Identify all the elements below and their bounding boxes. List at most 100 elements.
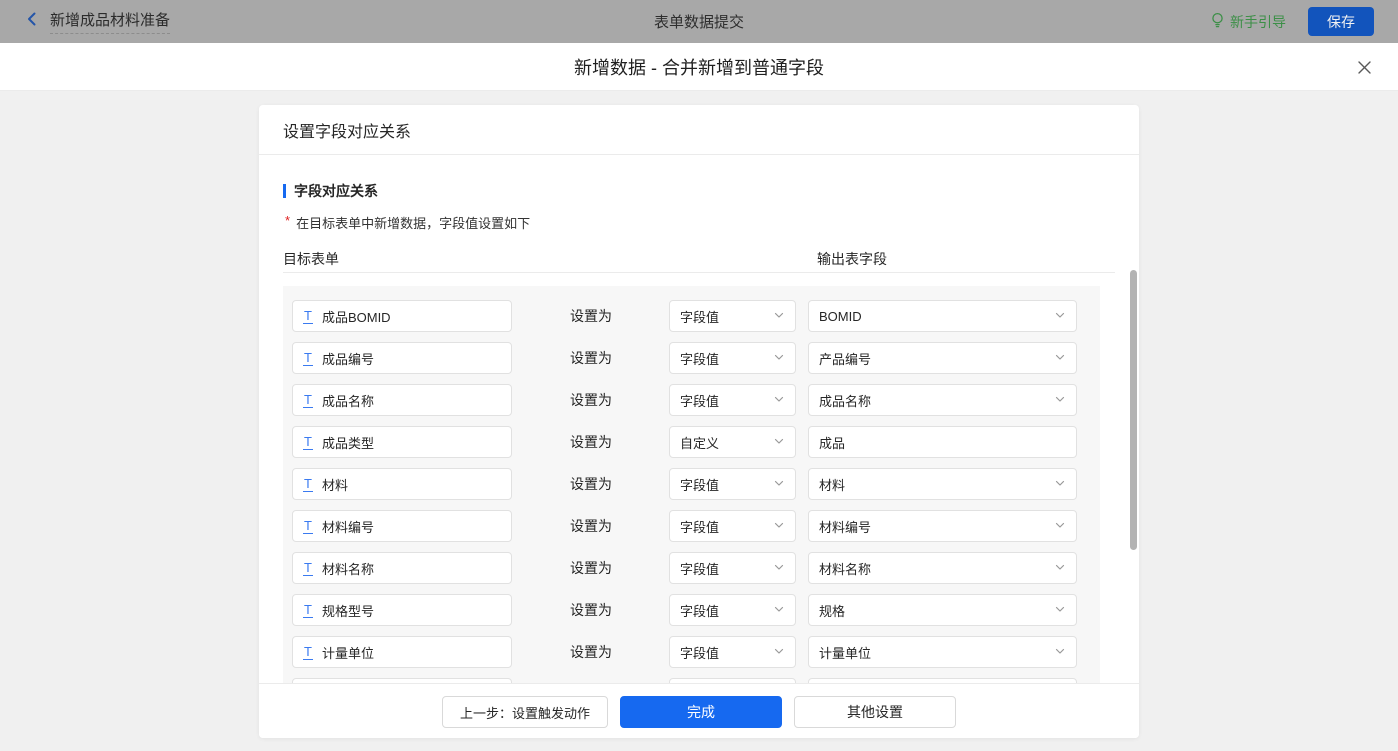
output-field-select[interactable]: 材料编号 <box>808 510 1077 542</box>
chevron-down-icon <box>1054 645 1066 660</box>
value-mode-label: 自定义 <box>680 433 719 452</box>
output-field-select[interactable]: BOMID <box>808 300 1077 332</box>
field-mapping-row: T 成品编号 设置为 字段值 产品编号 <box>283 342 1100 374</box>
field-mapping-row: T 规格型号 设置为 字段值 规格 <box>283 594 1100 626</box>
target-field-label: 材料编号 <box>322 517 374 536</box>
lightbulb-icon <box>1210 12 1225 32</box>
target-field-label: 计量单位 <box>322 643 374 662</box>
target-field-input[interactable]: T 计量单位 <box>292 636 512 668</box>
output-field-select[interactable]: 产品编号 <box>808 342 1077 374</box>
chevron-down-icon <box>773 645 785 660</box>
target-field-input[interactable]: T 材料 <box>292 468 512 500</box>
output-field-select[interactable]: 规格 <box>808 594 1077 626</box>
output-field-select[interactable]: 计量单位 <box>808 636 1077 668</box>
target-field-label: 成品类型 <box>322 433 374 452</box>
value-mode-label: 字段值 <box>680 643 719 662</box>
target-field-input[interactable]: T 材料名称 <box>292 552 512 584</box>
output-field-label: BOMID <box>819 309 862 324</box>
beginner-guide-link[interactable]: 新手引导 <box>1210 12 1286 32</box>
value-mode-label: 字段值 <box>680 601 719 620</box>
back-button[interactable] <box>24 11 40 32</box>
chevron-down-icon <box>1054 519 1066 534</box>
value-mode-label: 字段值 <box>680 307 719 326</box>
target-field-label: 规格型号 <box>322 601 374 620</box>
section-title: 字段对应关系 <box>294 181 378 201</box>
chevron-down-icon <box>773 351 785 366</box>
output-field-select[interactable]: 材料名称 <box>808 552 1077 584</box>
text-field-icon: T <box>303 561 313 576</box>
card-title: 设置字段对应关系 <box>259 105 1139 155</box>
done-button[interactable]: 完成 <box>620 696 782 728</box>
target-field-label: 材料名称 <box>322 559 374 578</box>
set-as-label: 设置为 <box>570 636 612 668</box>
target-field-input[interactable]: T 材料编号 <box>292 510 512 542</box>
output-field-select[interactable]: 成品 <box>808 426 1077 458</box>
section-accent-bar <box>283 184 286 198</box>
target-field-label: 材料 <box>322 475 348 494</box>
chevron-down-icon <box>773 561 785 576</box>
value-mode-select[interactable]: 字段值 <box>669 510 796 542</box>
modal-header: 新增数据 - 合并新增到普通字段 <box>0 43 1398 91</box>
modal-body: 设置字段对应关系 字段对应关系 * 在目标表单中新增数据，字段值设置如下 目标表… <box>0 91 1398 751</box>
set-as-label: 设置为 <box>570 342 612 374</box>
beginner-guide-label: 新手引导 <box>1230 12 1286 32</box>
previous-step-button[interactable]: 上一步：设置触发动作 <box>442 696 608 728</box>
other-settings-button[interactable]: 其他设置 <box>794 696 956 728</box>
settings-card: 设置字段对应关系 字段对应关系 * 在目标表单中新增数据，字段值设置如下 目标表… <box>259 105 1139 738</box>
chevron-down-icon <box>773 603 785 618</box>
value-mode-select[interactable]: 字段值 <box>669 552 796 584</box>
output-field-label: 材料 <box>819 475 845 494</box>
save-button[interactable]: 保存 <box>1308 7 1374 36</box>
output-field-label: 材料编号 <box>819 517 871 536</box>
output-field-label: 成品名称 <box>819 391 871 410</box>
field-mapping-row: T 材料编号 设置为 字段值 材料编号 <box>283 510 1100 542</box>
field-mapping-row: T 材料 设置为 字段值 材料 <box>283 468 1100 500</box>
column-header-target-form: 目标表单 <box>283 249 339 269</box>
output-field-select[interactable]: 材料 <box>808 468 1077 500</box>
text-field-icon: T <box>303 645 313 660</box>
value-mode-label: 字段值 <box>680 475 719 494</box>
text-field-icon: T <box>303 477 313 492</box>
text-field-icon: T <box>303 603 313 618</box>
chevron-down-icon <box>773 393 785 408</box>
target-field-label: 成品名称 <box>322 391 374 410</box>
value-mode-select[interactable]: 字段值 <box>669 468 796 500</box>
value-mode-label: 字段值 <box>680 517 719 536</box>
output-field-label: 产品编号 <box>819 349 871 368</box>
target-field-input[interactable]: T 成品BOMID <box>292 300 512 332</box>
output-field-select[interactable]: 成品名称 <box>808 384 1077 416</box>
value-mode-select[interactable]: 字段值 <box>669 300 796 332</box>
modal-title: 新增数据 - 合并新增到普通字段 <box>574 54 824 80</box>
target-field-label: 成品编号 <box>322 349 374 368</box>
field-mapping-row: T 计量单位 设置为 字段值 计量单位 <box>283 636 1100 668</box>
set-as-label: 设置为 <box>570 426 612 458</box>
column-header-output-fields: 输出表字段 <box>817 249 887 269</box>
chevron-down-icon <box>1054 477 1066 492</box>
set-as-label: 设置为 <box>570 384 612 416</box>
chevron-down-icon <box>1054 393 1066 408</box>
output-field-label: 计量单位 <box>819 643 871 662</box>
chevron-down-icon <box>773 519 785 534</box>
chevron-down-icon <box>773 309 785 324</box>
chevron-down-icon <box>1054 351 1066 366</box>
field-mapping-row: T 成品类型 设置为 自定义 成品 <box>283 426 1100 458</box>
value-mode-select[interactable]: 字段值 <box>669 342 796 374</box>
value-mode-select[interactable]: 字段值 <box>669 636 796 668</box>
value-mode-select[interactable]: 字段值 <box>669 594 796 626</box>
set-as-label: 设置为 <box>570 300 612 332</box>
text-field-icon: T <box>303 393 313 408</box>
workflow-name[interactable]: 新增成品材料准备 <box>50 9 170 34</box>
target-field-input[interactable]: T 成品名称 <box>292 384 512 416</box>
output-field-label: 规格 <box>819 601 845 620</box>
field-mapping-row: T 材料名称 设置为 字段值 材料名称 <box>283 552 1100 584</box>
value-mode-select[interactable]: 自定义 <box>669 426 796 458</box>
close-icon[interactable] <box>1354 57 1374 77</box>
target-field-input[interactable]: T 成品编号 <box>292 342 512 374</box>
target-field-input[interactable]: T 成品类型 <box>292 426 512 458</box>
scrollbar-thumb[interactable] <box>1130 270 1137 550</box>
output-field-label: 成品 <box>819 433 845 452</box>
card-footer: 上一步：设置触发动作 完成 其他设置 <box>259 683 1139 738</box>
target-field-input[interactable]: T 规格型号 <box>292 594 512 626</box>
page-title: 表单数据提交 <box>0 11 1398 32</box>
value-mode-select[interactable]: 字段值 <box>669 384 796 416</box>
